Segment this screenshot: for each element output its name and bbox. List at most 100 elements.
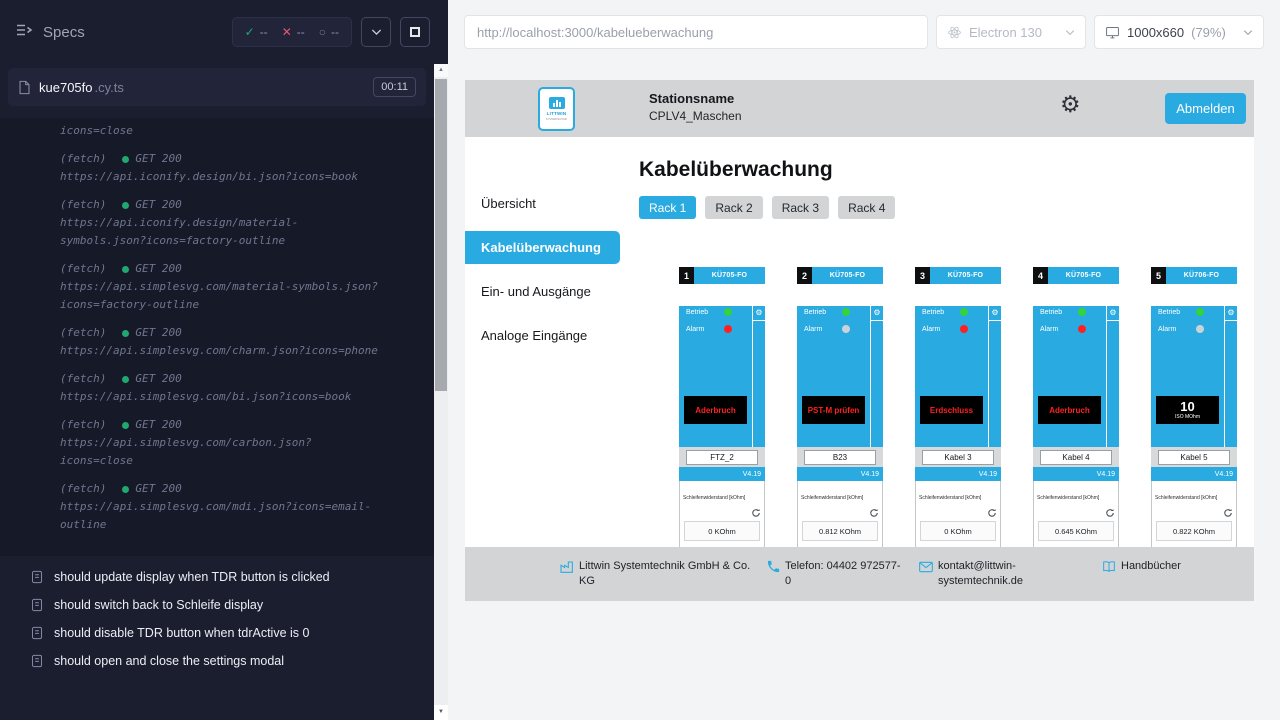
station-name: CPLV4_Maschen xyxy=(649,109,742,123)
footer-company: Littwin Systemtechnik GmbH & Co. KG xyxy=(559,559,751,589)
logout-button[interactable]: Abmelden xyxy=(1165,93,1246,124)
device-card-2: 2 KÜ705-FO ⚙ Betrieb Alarm PST-M prüfen … xyxy=(797,267,883,568)
resistance-label: Schleifenwiderstand [kOhm] xyxy=(680,481,764,501)
resistance-value: 0.812 KOhm xyxy=(802,521,878,541)
tab-rack-2[interactable]: Rack 2 xyxy=(705,196,762,219)
sidebar-item-uebersicht[interactable]: Übersicht xyxy=(465,187,620,220)
chevron-down-icon xyxy=(371,28,382,36)
test-item[interactable]: should update display when TDR button is… xyxy=(0,563,434,591)
sidebar-item-ein-und-ausgaenge[interactable]: Ein- und Ausgänge xyxy=(465,275,620,308)
device-number: 2 xyxy=(797,267,812,284)
cable-name-input[interactable]: Kabel 3 xyxy=(922,450,994,465)
test-item[interactable]: should switch back to Schleife display xyxy=(0,591,434,619)
browser-name: Electron 130 xyxy=(969,25,1042,40)
footer-manuals[interactable]: Handbücher xyxy=(1101,559,1181,575)
spec-file-row[interactable]: kue705fo .cy.ts 00:11 xyxy=(8,68,426,106)
app-main: Kabelüberwachung Rack 1 Rack 2 Rack 3 Ra… xyxy=(620,137,1254,601)
betrieb-label: Betrieb xyxy=(804,309,842,316)
page-title: Kabelüberwachung xyxy=(639,158,833,182)
command-log[interactable]: icons=close (fetch)GET 200 https://api.i… xyxy=(0,118,434,556)
log-entry: (fetch)GET 200 https://api.simplesvg.com… xyxy=(60,416,378,470)
rack-tabs: Rack 1 Rack 2 Rack 3 Rack 4 xyxy=(639,196,895,219)
scrollbar-thumb[interactable] xyxy=(435,79,447,391)
url-bar[interactable]: http://localhost:3000/kabelueberwachung xyxy=(464,15,928,49)
log-entry: (fetch)GET 200 https://api.iconify.desig… xyxy=(60,150,378,186)
device-card-1: 1 KÜ705-FO ⚙ Betrieb Alarm Aderbruch FTZ… xyxy=(679,267,765,568)
device-number: 1 xyxy=(679,267,694,284)
spec-file-name: kue705fo xyxy=(39,80,93,95)
log-entry: (fetch)GET 200 https://api.iconify.desig… xyxy=(60,196,378,250)
device-settings-icon[interactable]: ⚙ xyxy=(1107,306,1119,321)
device-display: Erdschluss xyxy=(920,396,983,424)
resistance-value: 0.822 KOhm xyxy=(1156,521,1232,541)
app-viewport: LITTWIN SYSTEMTECHNIK Stationsname CPLV4… xyxy=(465,80,1254,601)
device-settings-icon[interactable]: ⚙ xyxy=(871,306,883,321)
littwin-logo: LITTWIN SYSTEMTECHNIK xyxy=(538,87,575,131)
tab-rack-3[interactable]: Rack 3 xyxy=(772,196,829,219)
tab-rack-1[interactable]: Rack 1 xyxy=(639,196,696,219)
betrieb-label: Betrieb xyxy=(922,309,960,316)
device-settings-icon[interactable]: ⚙ xyxy=(1225,306,1237,321)
log-entry: (fetch)GET 200 https://api.simplesvg.com… xyxy=(60,370,378,406)
settings-gear-icon[interactable]: ⚙ xyxy=(1060,93,1081,116)
firmware-version: V4.19 xyxy=(1151,467,1237,481)
station-info: Stationsname CPLV4_Maschen xyxy=(649,91,742,123)
spec-timer: 00:11 xyxy=(373,77,416,97)
resistance-label: Schleifenwiderstand [kOhm] xyxy=(916,481,1000,501)
specs-toggle[interactable]: Specs xyxy=(16,23,85,41)
alarm-label: Alarm xyxy=(1040,326,1078,333)
cable-name-input[interactable]: Kabel 5 xyxy=(1158,450,1230,465)
viewport-select[interactable]: 1000x660 (79%) xyxy=(1094,15,1264,49)
status-dot-icon xyxy=(122,376,129,383)
log-entry: (fetch)GET 200 https://api.simplesvg.com… xyxy=(60,324,378,360)
device-card-5: 5 KÜ706-FO ⚙ Betrieb Alarm 10 ISO MOhm xyxy=(1151,267,1237,568)
stop-button[interactable] xyxy=(400,17,430,47)
firmware-version: V4.19 xyxy=(679,467,765,481)
test-stats: ✓-- ✕-- ○-- xyxy=(232,17,352,47)
test-doc-icon xyxy=(31,654,43,668)
browser-select[interactable]: Electron 130 xyxy=(936,15,1086,49)
betrieb-led xyxy=(960,308,968,316)
collapse-button[interactable] xyxy=(361,17,391,47)
betrieb-led xyxy=(1078,308,1086,316)
cypress-topbar: Specs ✓-- ✕-- ○-- xyxy=(0,0,434,64)
cable-name-input[interactable]: Kabel 4 xyxy=(1040,450,1112,465)
status-dot-icon xyxy=(122,202,129,209)
device-display: Aderbruch xyxy=(684,396,747,424)
betrieb-label: Betrieb xyxy=(686,309,724,316)
status-dot-icon xyxy=(122,266,129,273)
scrollbar-up-arrow-icon[interactable]: ▲ xyxy=(434,64,448,77)
stat-passed: ✓-- xyxy=(245,25,268,39)
sidebar-item-analoge-eingaenge[interactable]: Analoge Eingänge xyxy=(465,319,620,352)
device-card-3: 3 KÜ705-FO ⚙ Betrieb Alarm Erdschluss Ka… xyxy=(915,267,1001,568)
spec-file-ext: .cy.ts xyxy=(95,80,124,95)
cable-name-input[interactable]: FTZ_2 xyxy=(686,450,758,465)
monitor-icon xyxy=(1105,25,1120,40)
test-doc-icon xyxy=(31,570,43,584)
betrieb-label: Betrieb xyxy=(1158,309,1196,316)
scrollbar-down-arrow-icon[interactable]: ▼ xyxy=(434,705,448,720)
tab-rack-4[interactable]: Rack 4 xyxy=(838,196,895,219)
sidebar-item-kabelueberwachung[interactable]: Kabelüberwachung xyxy=(465,231,620,264)
alarm-led xyxy=(1196,325,1204,333)
log-entry: icons=close xyxy=(60,122,378,140)
viewport-zoom: (79%) xyxy=(1191,25,1226,40)
book-icon xyxy=(1101,559,1117,575)
resistance-value: 0 KOhm xyxy=(684,521,760,541)
betrieb-label: Betrieb xyxy=(1040,309,1078,316)
device-side-strip: ⚙ xyxy=(1106,306,1119,447)
cable-name-input[interactable]: B23 xyxy=(804,450,876,465)
panel-scrollbar[interactable]: ▲ ▼ xyxy=(434,0,448,720)
device-display: PST-M prüfen xyxy=(802,396,865,424)
test-item[interactable]: should open and close the settings modal xyxy=(0,647,434,675)
device-settings-icon[interactable]: ⚙ xyxy=(753,306,765,321)
device-side-strip: ⚙ xyxy=(870,306,883,447)
firmware-version: V4.19 xyxy=(915,467,1001,481)
device-settings-icon[interactable]: ⚙ xyxy=(989,306,1001,321)
specs-list-icon xyxy=(16,23,33,41)
factory-icon xyxy=(559,559,575,575)
alarm-label: Alarm xyxy=(686,326,724,333)
test-item[interactable]: should disable TDR button when tdrActive… xyxy=(0,619,434,647)
resistance-value: 0.645 KOhm xyxy=(1038,521,1114,541)
browser-toolbar: http://localhost:3000/kabelueberwachung … xyxy=(448,0,1280,64)
